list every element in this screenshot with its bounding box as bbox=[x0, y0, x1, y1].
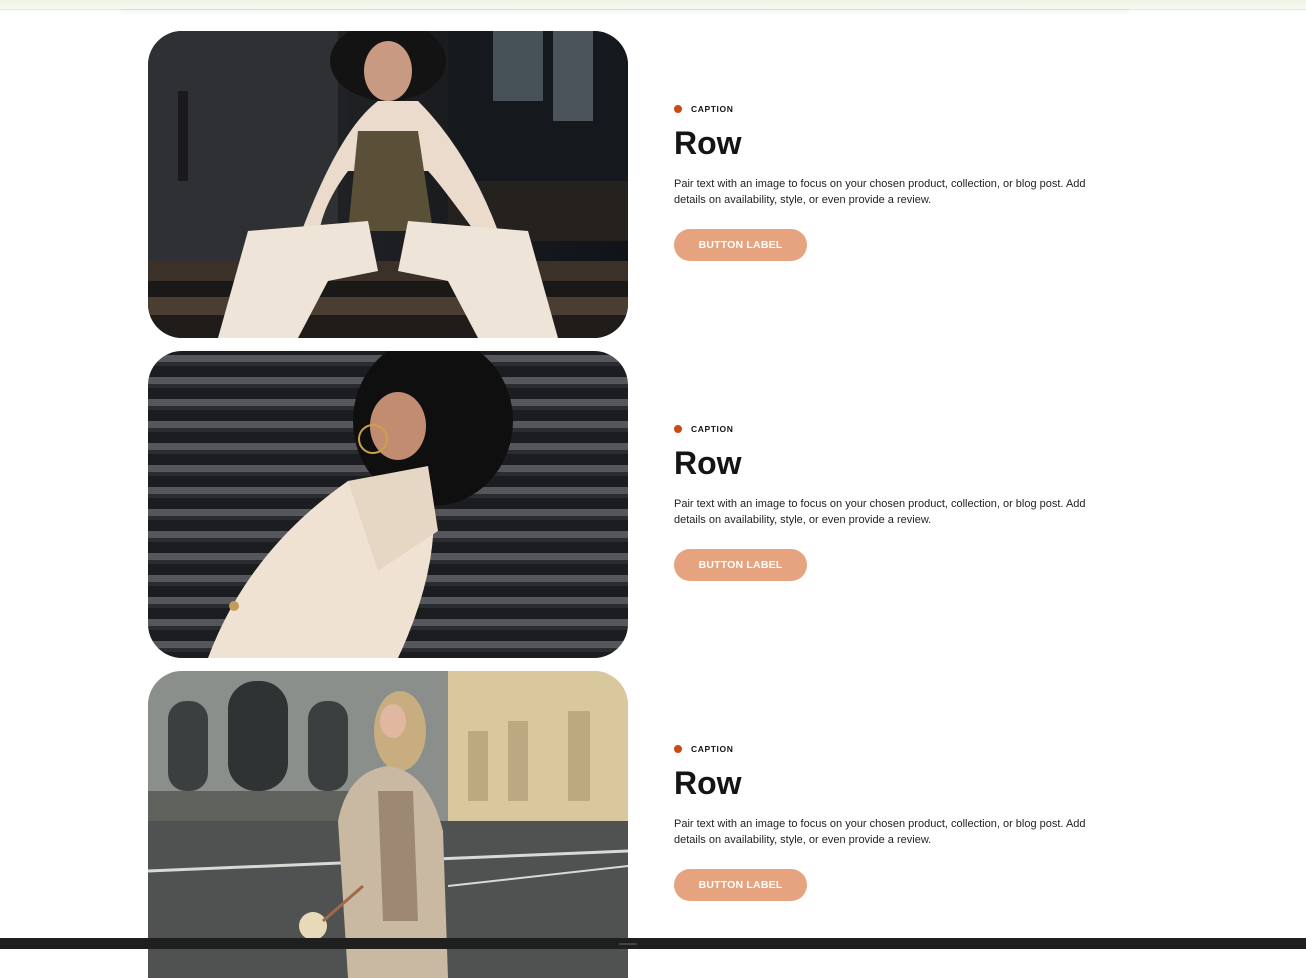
fashion-photo-street bbox=[148, 671, 628, 978]
caption: CAPTION bbox=[674, 423, 1114, 435]
image-with-text-row-2: CAPTION Row Pair text with an image to f… bbox=[148, 351, 1148, 658]
caption-dot-icon bbox=[674, 745, 682, 753]
resize-handle[interactable] bbox=[619, 943, 637, 945]
image-with-text-row-1: CAPTION Row Pair text with an image to f… bbox=[148, 31, 1148, 338]
row-image-3 bbox=[148, 671, 628, 978]
caption-label: CAPTION bbox=[691, 104, 734, 114]
caption-dot-icon bbox=[674, 105, 682, 113]
row-body-text: Pair text with an image to focus on your… bbox=[674, 818, 1086, 846]
header-shadow bbox=[120, 9, 1130, 15]
row-text-3: CAPTION Row Pair text with an image to f… bbox=[674, 743, 1114, 901]
row-cta-button[interactable]: BUTTON LABEL bbox=[674, 549, 807, 581]
bottom-panel-bar bbox=[0, 938, 1306, 949]
row-cta-button[interactable]: BUTTON LABEL bbox=[674, 869, 807, 901]
row-image-2 bbox=[148, 351, 628, 658]
row-text-2: CAPTION Row Pair text with an image to f… bbox=[674, 423, 1114, 581]
row-heading: Row bbox=[674, 445, 742, 481]
row-cta-button[interactable]: BUTTON LABEL bbox=[674, 229, 807, 261]
row-body-text: Pair text with an image to focus on your… bbox=[674, 498, 1086, 526]
fashion-photo-shutter bbox=[148, 351, 628, 658]
image-with-text-row-3: CAPTION Row Pair text with an image to f… bbox=[148, 671, 1148, 978]
caption: CAPTION bbox=[674, 743, 1114, 755]
fashion-photo-seated bbox=[148, 31, 628, 338]
row-text-1: CAPTION Row Pair text with an image to f… bbox=[674, 103, 1114, 261]
caption: CAPTION bbox=[674, 103, 1114, 115]
row-image-1 bbox=[148, 31, 628, 338]
caption-label: CAPTION bbox=[691, 744, 734, 754]
row-heading: Row bbox=[674, 125, 742, 161]
caption-dot-icon bbox=[674, 425, 682, 433]
row-body-text: Pair text with an image to focus on your… bbox=[674, 178, 1086, 206]
caption-label: CAPTION bbox=[691, 424, 734, 434]
row-heading: Row bbox=[674, 765, 742, 801]
